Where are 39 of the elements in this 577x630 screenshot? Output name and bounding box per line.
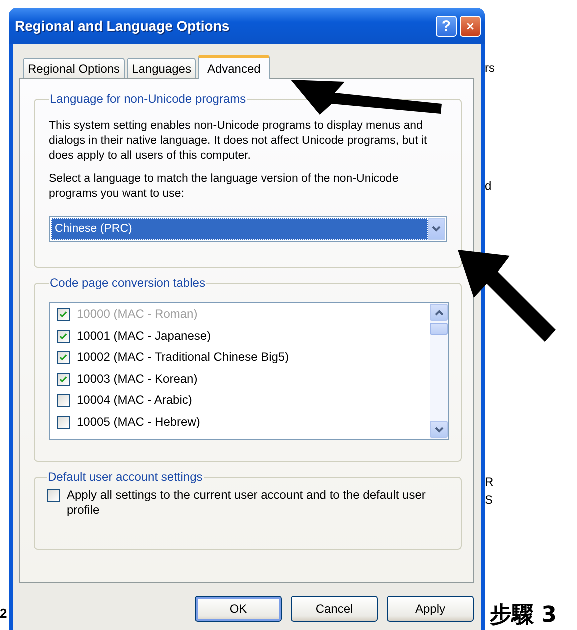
checkbox[interactable] — [57, 351, 70, 364]
document-text: R — [485, 475, 495, 489]
scrollbar[interactable] — [430, 303, 448, 439]
group-title: Default user account settings — [47, 470, 204, 484]
scroll-up-icon[interactable] — [434, 310, 444, 316]
checkbox-label: Apply all settings to the current user account and to the default user profile — [67, 488, 427, 518]
checkbox-label: 10002 (MAC - Traditional Chinese Big5) — [77, 350, 290, 365]
checkbox-label: 10000 (MAC - Roman) — [77, 307, 198, 322]
group-title: Code page conversion tables — [49, 276, 206, 290]
scroll-thumb[interactable] — [430, 323, 448, 335]
document-text: rs — [485, 61, 495, 75]
checkbox-label: 10003 (MAC - Korean) — [77, 372, 198, 386]
dialog-button[interactable]: OK — [195, 596, 282, 622]
checkbox-label: 10001 (MAC - Japanese) — [77, 328, 212, 344]
checkbox[interactable] — [57, 416, 70, 428]
close-button[interactable] — [460, 16, 481, 36]
language-dropdown[interactable]: Chinese (PRC) — [49, 216, 447, 242]
checkbox[interactable] — [47, 489, 60, 502]
checkbox[interactable] — [57, 330, 70, 342]
tab[interactable]: Languages — [127, 58, 196, 78]
document-text: d — [485, 179, 493, 193]
dialog-button[interactable]: Apply — [387, 596, 474, 622]
checkbox-label: 10005 (MAC - Hebrew) — [77, 414, 200, 430]
dialog-button[interactable]: Cancel — [291, 596, 378, 622]
group-title: Language for non-Unicode programs — [49, 92, 248, 106]
checkbox-label: 10004 (MAC - Arabic) — [77, 393, 192, 408]
description-text: This system setting enables non-Unicode programs to display menus and dialogs in their native language. It does not affect Unicode programs, but it does apply to all users of this computer. — [49, 119, 428, 164]
window-title: Regional and Language Options — [15, 18, 231, 34]
step-number: 2 — [0, 606, 8, 621]
dropdown-value: Chinese (PRC) — [51, 218, 428, 240]
prompt-text: Select a language to match the language version of the non-Unicode programs you want to use: — [49, 172, 400, 202]
step-label: 步驟 3 — [490, 602, 557, 630]
tab[interactable]: Regional Options — [23, 58, 126, 78]
close-icon — [467, 20, 474, 32]
document-text: S — [485, 493, 494, 507]
scroll-down-icon[interactable] — [434, 426, 444, 432]
checkbox[interactable] — [57, 394, 70, 407]
checkbox[interactable] — [57, 372, 70, 386]
tab[interactable]: Advanced — [198, 55, 270, 79]
